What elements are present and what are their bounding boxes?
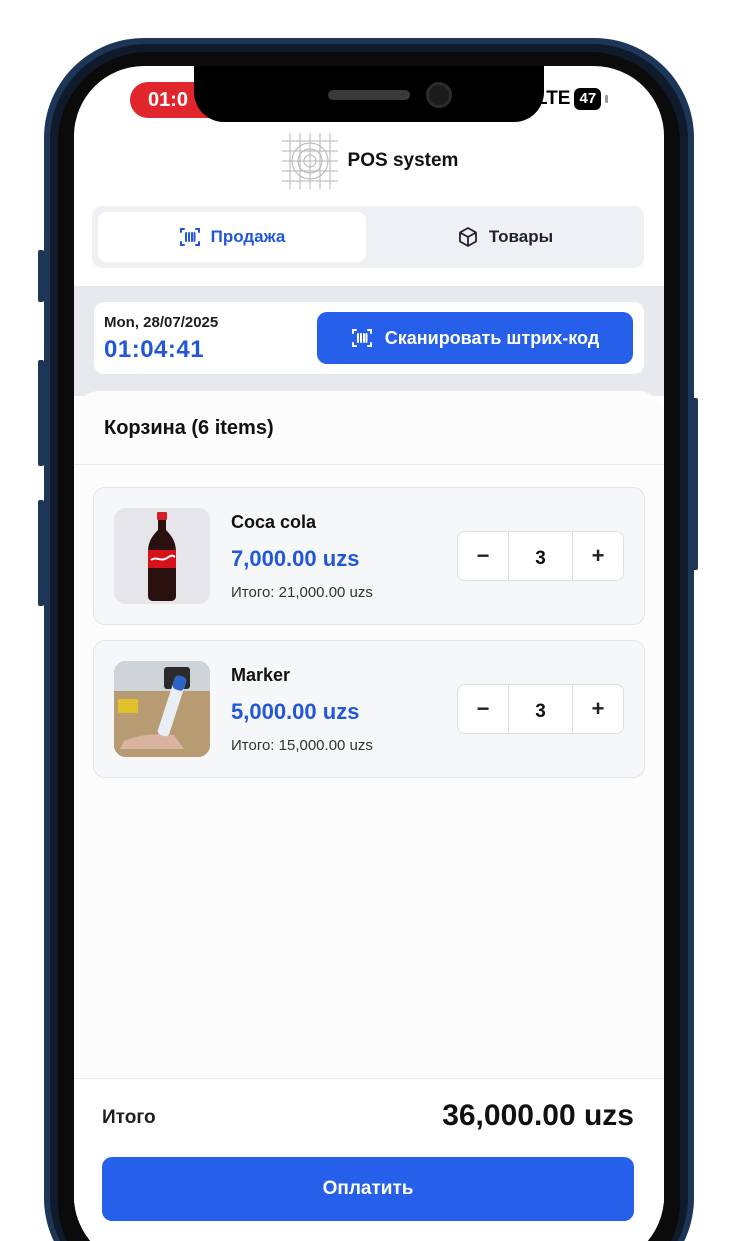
app-screen: 01:0 LTE 47 POS system Продажа Товары Mo… bbox=[74, 66, 664, 1241]
battery-tip bbox=[605, 95, 609, 103]
date-bar: Mon, 28/07/2025 01:04:41 Сканировать штр… bbox=[74, 286, 664, 396]
quantity-stepper: − 3 + bbox=[457, 684, 624, 734]
cola-bottle-image bbox=[114, 508, 210, 604]
date-card: Mon, 28/07/2025 01:04:41 Сканировать штр… bbox=[94, 302, 644, 374]
speaker-grille bbox=[328, 90, 410, 100]
product-price: 7,000.00 uzs bbox=[231, 546, 360, 571]
product-price: 5,000.00 uzs bbox=[231, 699, 360, 724]
current-time: 01:04:41 bbox=[104, 336, 205, 363]
quantity-value: 3 bbox=[508, 685, 573, 733]
front-camera bbox=[426, 82, 452, 108]
product-image-cola bbox=[114, 508, 210, 604]
status-indicators: LTE 47 bbox=[536, 88, 609, 110]
tab-bar: Продажа Товары bbox=[92, 206, 644, 268]
checkout-footer: Итого 36,000.00 uzs Оплатить bbox=[74, 1078, 664, 1241]
cart-item: Coca cola 7,000.00 uzs Итого: 21,000.00 … bbox=[93, 487, 645, 625]
volume-up-button bbox=[38, 360, 44, 466]
decrement-button[interactable]: − bbox=[458, 685, 508, 733]
tab-products[interactable]: Товары bbox=[372, 212, 638, 262]
cart-header: Корзина (6 items) bbox=[74, 391, 664, 465]
box-icon bbox=[458, 227, 477, 247]
network-label: LTE bbox=[536, 88, 571, 109]
product-subtotal: Итого: 21,000.00 uzs bbox=[231, 584, 373, 601]
battery-level: 47 bbox=[579, 90, 597, 107]
decrement-button[interactable]: − bbox=[458, 532, 508, 580]
barcode-icon bbox=[179, 228, 200, 246]
scan-button-label: Сканировать штрих-код bbox=[384, 327, 600, 348]
increment-button[interactable]: + bbox=[573, 685, 623, 733]
notch bbox=[194, 66, 544, 122]
tab-sale-label: Продажа bbox=[210, 227, 286, 246]
marker-photo-image bbox=[114, 661, 210, 757]
product-name: Coca cola bbox=[231, 512, 317, 532]
total-value: 36,000.00 uzs bbox=[442, 1099, 634, 1132]
battery-icon: 47 bbox=[574, 88, 602, 110]
pay-button[interactable]: Оплатить bbox=[102, 1157, 634, 1221]
grid-target-icon bbox=[281, 133, 338, 189]
scan-barcode-button[interactable]: Сканировать штрих-код bbox=[317, 312, 633, 364]
product-image-marker bbox=[114, 661, 210, 757]
cart-title: Корзина (6 items) bbox=[104, 417, 274, 439]
volume-down-button bbox=[38, 500, 44, 606]
product-subtotal: Итого: 15,000.00 uzs bbox=[231, 737, 373, 754]
total-label: Итого bbox=[102, 1107, 156, 1128]
tab-sale[interactable]: Продажа bbox=[98, 212, 366, 262]
quantity-stepper: − 3 + bbox=[457, 531, 624, 581]
product-name: Marker bbox=[231, 665, 291, 685]
app-title: POS system bbox=[347, 150, 459, 171]
silent-switch bbox=[38, 250, 44, 302]
barcode-icon bbox=[351, 329, 372, 347]
cart-item: Marker 5,000.00 uzs Итого: 15,000.00 uzs… bbox=[93, 640, 645, 778]
current-date: Mon, 28/07/2025 bbox=[104, 314, 219, 331]
power-button bbox=[692, 398, 698, 570]
tab-products-label: Товары bbox=[488, 227, 554, 246]
increment-button[interactable]: + bbox=[573, 532, 623, 580]
app-header: POS system bbox=[74, 126, 664, 196]
quantity-value: 3 bbox=[508, 532, 573, 580]
